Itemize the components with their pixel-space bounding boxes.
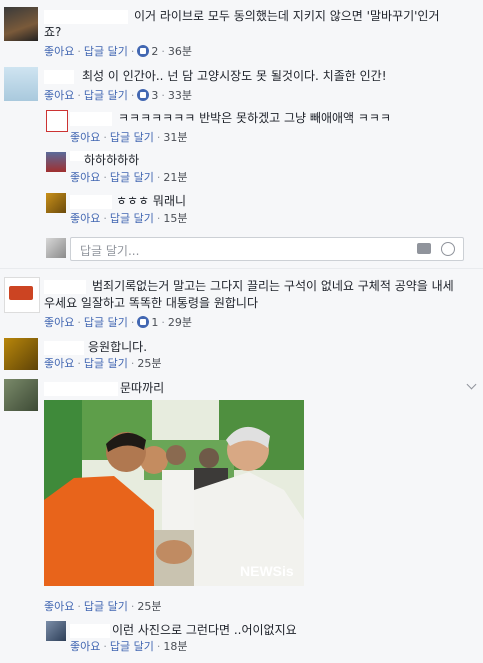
timestamp[interactable]: 18분 (163, 640, 187, 653)
commenter-name[interactable] (70, 195, 112, 209)
comment-text: 이거 라이브로 모두 동의했는데 지키지 않으면 '말바꾸기'인거 (134, 9, 440, 23)
timestamp[interactable]: 31분 (163, 131, 187, 144)
reply-link[interactable]: 답글 달기 (84, 89, 128, 102)
commenter-name[interactable] (44, 70, 74, 84)
like-link[interactable]: 좋아요 (70, 212, 100, 225)
timestamp[interactable]: 36분 (168, 45, 192, 58)
reply-link[interactable]: 답글 달기 (84, 357, 128, 370)
comment-text: 응원합니다. (88, 340, 148, 354)
timestamp[interactable]: 25분 (137, 600, 161, 613)
reply-actions: 좋아요 · 답글 달기 · 15분 (70, 212, 188, 225)
reply-input[interactable]: 답글 달기... (70, 237, 464, 261)
emoji-icon[interactable] (441, 242, 455, 256)
like-link[interactable]: 좋아요 (44, 316, 74, 329)
commenter-name[interactable] (70, 624, 110, 638)
like-count-icon (137, 89, 150, 101)
comment-text: 문따까리 (120, 381, 165, 395)
attached-photo[interactable]: NEWSis (44, 400, 304, 586)
comment-actions: 좋아요 · 답글 달기 · 3 · 33분 (44, 89, 192, 102)
avatar[interactable] (4, 338, 38, 370)
reply-link[interactable]: 답글 달기 (110, 131, 154, 144)
reply-actions: 좋아요 · 답글 달기 · 18분 (70, 640, 188, 653)
camera-icon[interactable] (417, 243, 431, 254)
comment-actions: 좋아요 · 답글 달기 · 25분 (44, 357, 162, 370)
reply-text: 하하하하하 (84, 153, 140, 167)
chevron-down-icon[interactable] (466, 379, 477, 390)
timestamp[interactable]: 21분 (163, 171, 187, 184)
reply-link[interactable]: 답글 달기 (84, 600, 128, 613)
timestamp[interactable]: 29분 (168, 316, 192, 329)
comments-thread: { "comments": [ { "text": "이거 라이브로 모두 동의… (0, 0, 483, 663)
timestamp[interactable]: 33분 (168, 89, 192, 102)
commenter-name[interactable] (70, 112, 112, 126)
reply-link[interactable]: 답글 달기 (110, 171, 154, 184)
reply-actions: 좋아요 · 답글 달기 · 31분 (70, 131, 188, 144)
reply-input-placeholder: 답글 달기... (80, 244, 140, 258)
reply-actions: 좋아요 · 답글 달기 · 21분 (70, 171, 188, 184)
timestamp[interactable]: 15분 (163, 212, 187, 225)
reply-link[interactable]: 답글 달기 (110, 640, 154, 653)
comment-text-continued: 우세요 일잘하고 똑똑한 대통령을 원합니다 (44, 296, 258, 310)
like-link[interactable]: 좋아요 (70, 171, 100, 184)
like-count-icon (137, 45, 150, 57)
reply-link[interactable]: 답글 달기 (84, 45, 128, 58)
commenter-name[interactable] (44, 10, 128, 24)
reply-link[interactable]: 답글 달기 (84, 316, 128, 329)
comment-actions: 좋아요 · 답글 달기 · 2 · 36분 (44, 45, 192, 58)
comment-text-continued: 죠? (44, 25, 62, 39)
like-count[interactable]: 3 (151, 89, 158, 102)
avatar[interactable] (46, 110, 68, 132)
avatar[interactable] (46, 193, 66, 213)
reply-text: ㅎㅎㅎ 뭐래니 (116, 194, 187, 208)
comment-actions: 좋아요 · 답글 달기 · 1 · 29분 (44, 316, 192, 329)
like-link[interactable]: 좋아요 (44, 89, 74, 102)
like-count-icon (137, 316, 150, 328)
photo-illustration: NEWSis (44, 400, 304, 586)
like-link[interactable]: 좋아요 (70, 640, 100, 653)
like-link[interactable]: 좋아요 (44, 45, 74, 58)
avatar[interactable] (46, 621, 66, 641)
commenter-name[interactable] (44, 280, 86, 294)
avatar[interactable] (4, 379, 38, 411)
avatar[interactable] (4, 7, 38, 41)
commenter-name[interactable] (44, 341, 84, 355)
reply-text: 이런 사진으로 그런다면 ..어이없지요 (112, 623, 297, 637)
comment-actions: 좋아요 · 답글 달기 · 25분 (44, 600, 162, 613)
divider (0, 268, 483, 269)
current-user-avatar (46, 238, 66, 258)
reply-text: ㅋㅋㅋㅋㅋㅋㅋ 반박은 못하겠고 그냥 빼애애액 ㅋㅋㅋ (118, 111, 391, 125)
avatar[interactable] (4, 277, 40, 313)
like-count[interactable]: 1 (151, 316, 158, 329)
reply-link[interactable]: 답글 달기 (110, 212, 154, 225)
avatar[interactable] (46, 152, 66, 172)
comment-text: 범죄기록없는거 말고는 그다지 끌리는 구석이 없네요 구체적 공약을 내세 (92, 279, 454, 293)
like-link[interactable]: 좋아요 (44, 600, 74, 613)
like-link[interactable]: 좋아요 (70, 131, 100, 144)
like-link[interactable]: 좋아요 (44, 357, 74, 370)
comment-text: 최성 이 인간아.. 넌 담 고양시장도 못 될것이다. 치졸한 인간! (82, 69, 387, 83)
commenter-name[interactable] (44, 382, 118, 396)
timestamp[interactable]: 25분 (137, 357, 161, 370)
like-count[interactable]: 2 (151, 45, 158, 58)
photo-watermark: NEWSis (240, 563, 294, 579)
avatar[interactable] (4, 67, 38, 101)
